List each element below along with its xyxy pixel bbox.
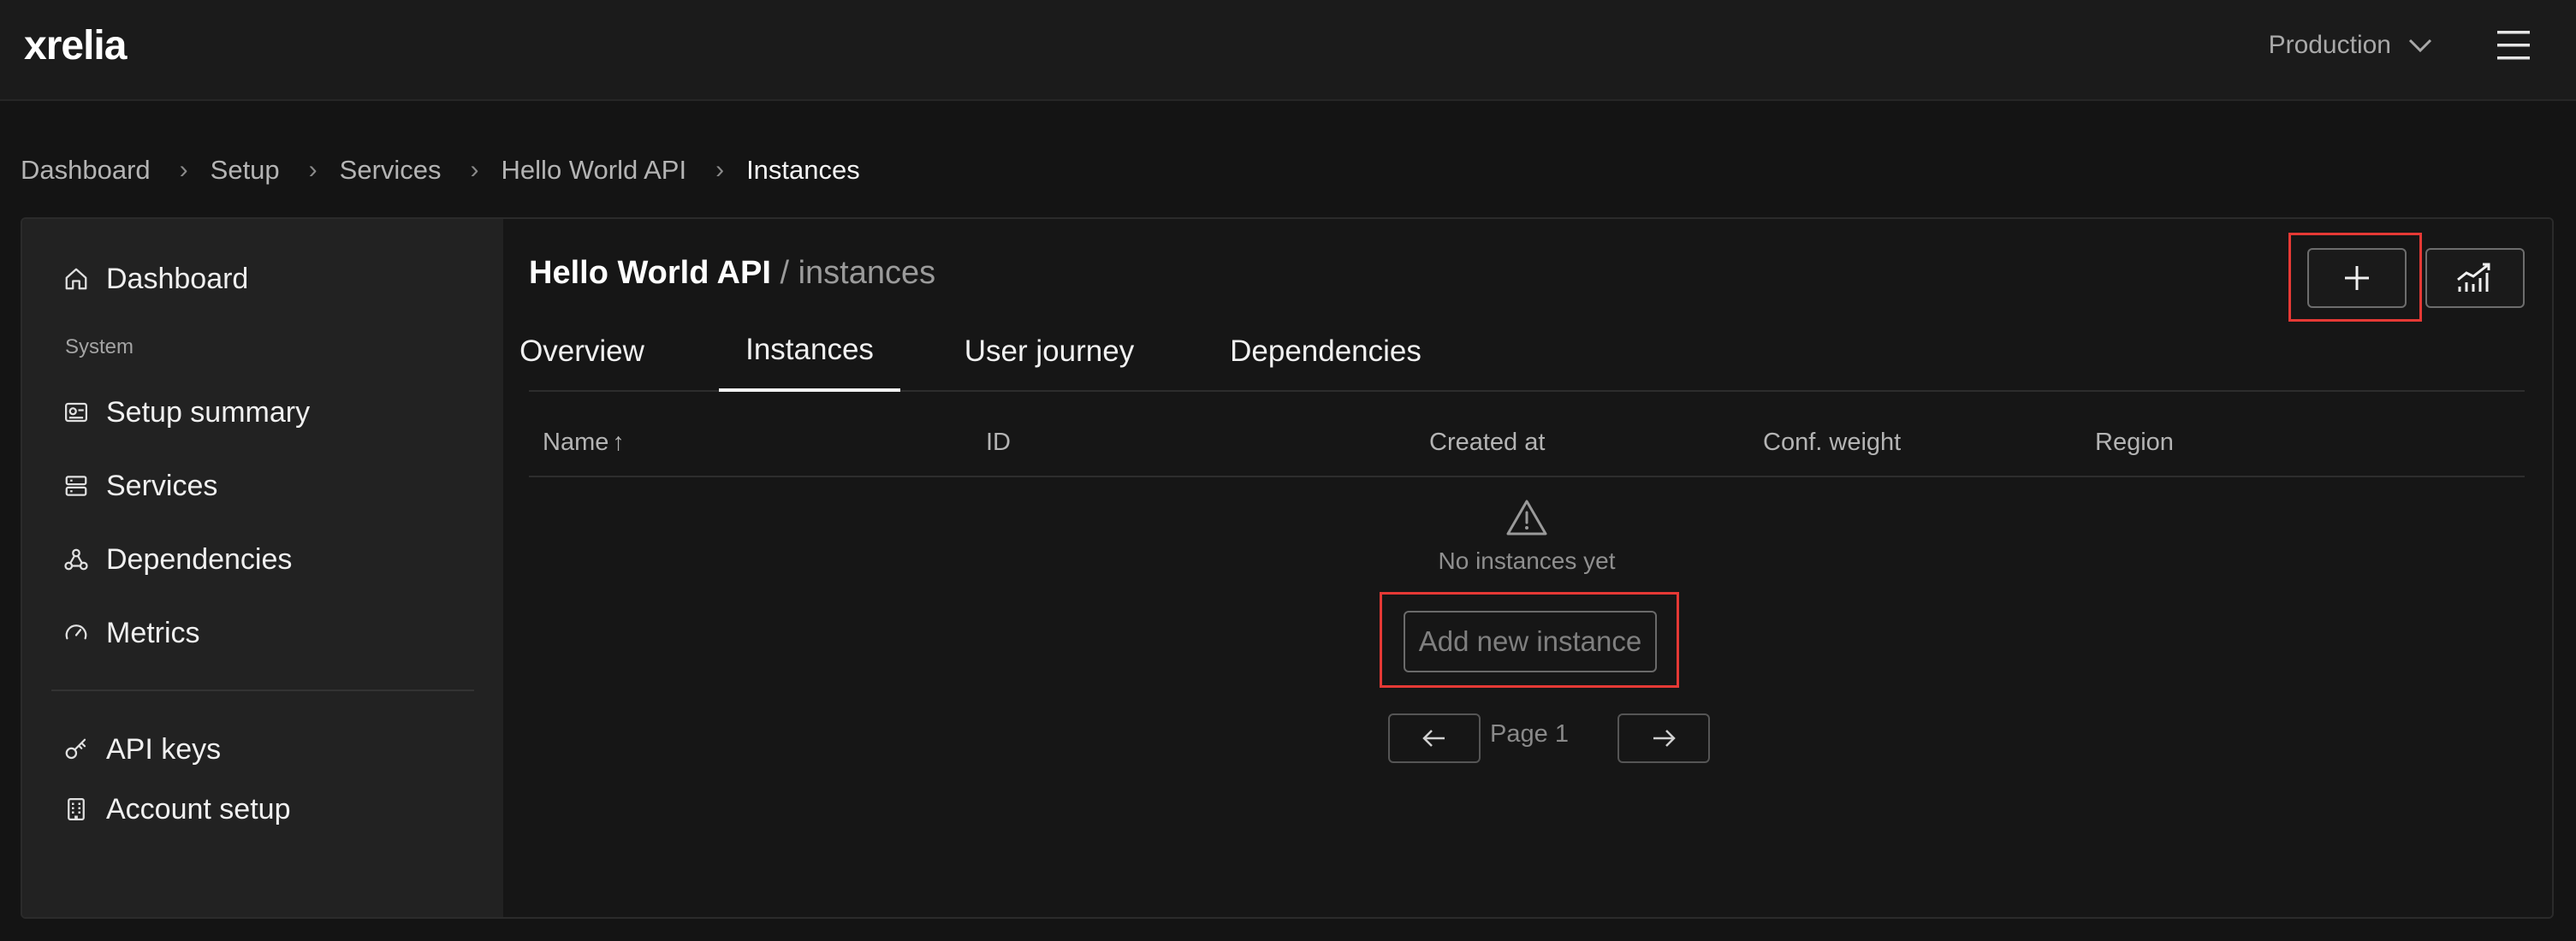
column-header-created-at[interactable]: Created at (1429, 407, 1545, 477)
sidebar-item-label: Metrics (106, 616, 200, 649)
tab-user-journey[interactable]: User journey (947, 311, 1152, 392)
environment-label: Production (2268, 31, 2391, 59)
breadcrumb: Dashboard › Setup › Services › Hello Wor… (21, 151, 860, 190)
column-header-conf-weight[interactable]: Conf. weight (1763, 407, 1901, 477)
sidebar-item-label: Dependencies (106, 542, 293, 576)
breadcrumb-setup[interactable]: Setup (211, 155, 280, 186)
column-header-name[interactable]: Name ↑ (543, 407, 625, 477)
column-label: Name (543, 428, 609, 456)
next-page-button[interactable] (1617, 713, 1710, 763)
sidebar-item-api-keys[interactable]: API keys (63, 725, 221, 773)
webhook-icon (64, 548, 88, 571)
page-subtitle: / instances (770, 255, 936, 291)
home-icon (65, 268, 87, 290)
service-name: Hello World API (529, 255, 771, 291)
hamburger-menu-icon (2497, 31, 2530, 60)
sidebar-divider (51, 689, 474, 691)
breadcrumb-instances: Instances (746, 155, 860, 185)
sidebar-item-label: Setup summary (106, 395, 311, 429)
tab-overview[interactable]: Overview (519, 311, 644, 392)
tab-dependencies[interactable]: Dependencies (1193, 311, 1458, 392)
logo[interactable]: xrelia (24, 21, 171, 72)
breadcrumb-separator: › (308, 156, 318, 184)
column-header-id[interactable]: ID (986, 407, 1011, 477)
chart-icon (2457, 263, 2490, 292)
breadcrumb-services[interactable]: Services (340, 155, 442, 186)
building-icon (68, 798, 85, 820)
breadcrumb-dashboard[interactable]: Dashboard (21, 155, 151, 186)
server-icon (65, 476, 87, 496)
svg-text:xrelia: xrelia (24, 23, 128, 68)
sidebar: Dashboard System Setup summary Services (22, 219, 503, 917)
page-title: Hello World API / instances (529, 255, 935, 292)
sidebar-item-account-setup[interactable]: Account setup (63, 785, 290, 833)
column-header-region[interactable]: Region (2095, 407, 2174, 477)
sidebar-item-setup-summary[interactable]: Setup summary (63, 388, 310, 436)
tab-instances[interactable]: Instances (719, 311, 900, 392)
environment-selector[interactable]: Production (2269, 26, 2434, 65)
gauge-icon (65, 624, 87, 640)
sidebar-item-label: Services (106, 469, 218, 502)
sidebar-item-dashboard[interactable]: Dashboard (63, 255, 248, 303)
chevron-down-icon (2408, 38, 2432, 53)
page-indicator: Page 1 (1490, 720, 1569, 748)
sidebar-item-metrics[interactable]: Metrics (63, 609, 200, 657)
sidebar-item-dependencies[interactable]: Dependencies (63, 536, 292, 583)
main-content: Hello World API / instances Overview Ins… (503, 219, 2552, 917)
sidebar-section-label: System (65, 335, 134, 358)
key-icon (65, 738, 86, 760)
breadcrumb-hello-world-api[interactable]: Hello World API (502, 155, 687, 186)
plus-icon (2345, 266, 2369, 290)
sidebar-item-label: API keys (106, 732, 222, 766)
top-bar: xrelia Production (0, 0, 2576, 101)
tab-bar: Overview Instances User journey Dependen… (519, 311, 2525, 392)
setup-summary-icon (65, 402, 87, 423)
empty-state-message: No instances yet (1438, 547, 1616, 574)
add-instance-icon-button[interactable] (2307, 248, 2407, 308)
hamburger-menu-button[interactable] (2494, 26, 2535, 65)
sort-ascending-icon: ↑ (612, 428, 625, 456)
arrow-right-icon (1653, 730, 1676, 747)
sidebar-item-label: Dashboard (106, 262, 249, 295)
sidebar-item-label: Account setup (106, 792, 291, 826)
xrelia-logo: xrelia (24, 23, 128, 68)
breadcrumb-separator: › (470, 156, 479, 184)
breadcrumb-separator: › (179, 156, 188, 184)
breadcrumb-separator: › (715, 156, 725, 184)
content-panel: Dashboard System Setup summary Services (21, 217, 2554, 919)
metrics-chart-button[interactable] (2425, 248, 2525, 308)
sidebar-item-services[interactable]: Services (63, 462, 217, 510)
add-new-instance-button[interactable]: Add new instance (1404, 611, 1657, 672)
table-header: Name ↑ ID Created at Conf. weight Region (529, 407, 2525, 477)
warning-icon (1506, 500, 1547, 536)
